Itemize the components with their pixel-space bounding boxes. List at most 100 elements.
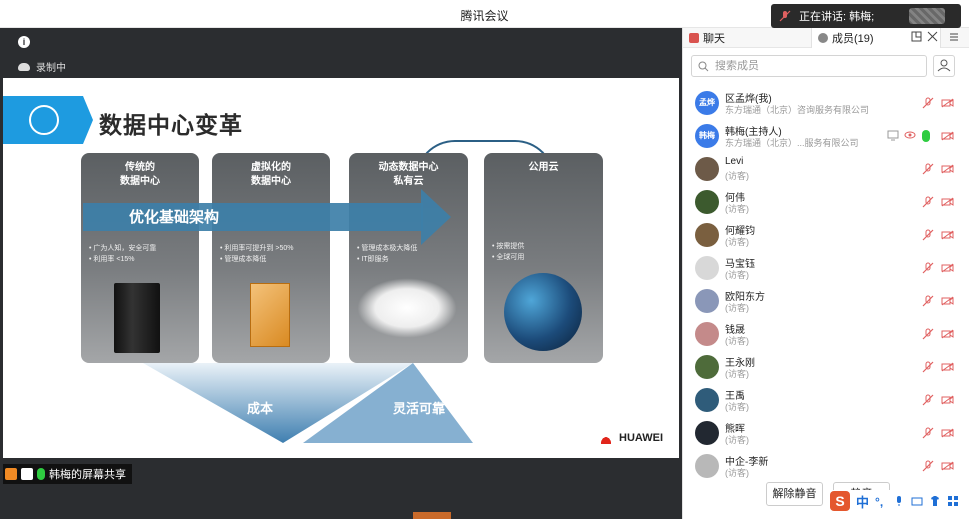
member-row[interactable]: 马宝钰 (访客) bbox=[683, 252, 969, 285]
skin-icon[interactable] bbox=[929, 495, 941, 507]
member-row[interactable]: 韩梅 韩梅(主持人) 东方瑞通（北京）...服务有限公司 bbox=[683, 120, 969, 153]
tab-chat[interactable]: 聊天 bbox=[687, 28, 809, 48]
card-title-2a: 虚拟化的 bbox=[251, 162, 291, 173]
recording-eye-icon bbox=[904, 131, 916, 139]
member-row[interactable]: 王禹 (访客) bbox=[683, 384, 969, 417]
avatar bbox=[695, 421, 719, 445]
keyboard-icon[interactable] bbox=[911, 495, 923, 507]
avatar: 韩梅 bbox=[695, 124, 719, 148]
member-subtitle: (访客) bbox=[725, 204, 749, 214]
speaking-indicator: 正在讲话: 韩梅; bbox=[771, 4, 961, 28]
mic-off-icon[interactable] bbox=[922, 262, 934, 274]
invite-member-button[interactable] bbox=[933, 55, 955, 77]
card2-bullet-1: 利用率可提升到 >50% bbox=[224, 245, 294, 252]
cloud-icon bbox=[18, 62, 30, 71]
speaking-label: 正在讲话: 韩梅; bbox=[799, 11, 875, 23]
ime-toolbar[interactable]: S 中 °, bbox=[826, 490, 964, 512]
panel-tabs: 聊天 成员(19) bbox=[683, 28, 969, 48]
cost-label: 成本 bbox=[247, 401, 274, 416]
mic-off-icon[interactable] bbox=[922, 394, 934, 406]
mic-off-icon[interactable] bbox=[922, 427, 934, 439]
card-traditional-dc: 传统的 数据中心 • 广为人知，安全可靠 • 利用率 <15% bbox=[81, 153, 199, 363]
card-private-cloud: 动态数据中心 私有云 • 管理成本极大降低 • IT即服务 bbox=[349, 153, 468, 363]
toolbox-icon[interactable] bbox=[947, 495, 959, 507]
member-row[interactable]: 王永刚 (访客) bbox=[683, 351, 969, 384]
card-title-1a: 传统的 bbox=[125, 162, 155, 173]
unmute-all-button[interactable]: 解除静音 bbox=[766, 482, 823, 506]
mic-off-icon[interactable] bbox=[922, 328, 934, 340]
members-icon bbox=[818, 33, 828, 43]
mic-on-icon[interactable] bbox=[922, 130, 930, 142]
member-subtitle: (访客) bbox=[725, 303, 749, 313]
camera-off-icon[interactable] bbox=[941, 428, 954, 438]
huawei-petal-icon bbox=[597, 432, 615, 444]
info-icon[interactable]: i bbox=[18, 36, 30, 48]
member-row[interactable]: 钱晟 (访客) bbox=[683, 318, 969, 351]
card3-bullet-1: 管理成本极大降低 bbox=[361, 245, 418, 252]
card2-bullet-2: 管理成本降低 bbox=[224, 256, 267, 263]
shared-slide: 数据中心变革 传统的 数据中心 • 广为人知，安全可靠 • 利用率 <15% 虚拟化… bbox=[3, 78, 679, 458]
member-subtitle: (访客) bbox=[725, 402, 749, 412]
cloud-image bbox=[357, 278, 457, 338]
member-row[interactable]: 何耀钧 (访客) bbox=[683, 219, 969, 252]
globe-image bbox=[504, 273, 582, 351]
popout-icon[interactable] bbox=[911, 31, 922, 42]
camera-off-icon[interactable] bbox=[941, 461, 954, 471]
mic-icon bbox=[37, 468, 45, 480]
camera-off-icon[interactable] bbox=[941, 131, 954, 141]
member-row[interactable]: 欧阳东方 (访客) bbox=[683, 285, 969, 318]
member-subtitle: 东方瑞通（北京）...服务有限公司 bbox=[725, 138, 859, 148]
camera-off-icon[interactable] bbox=[941, 197, 954, 207]
camera-off-icon[interactable] bbox=[941, 263, 954, 273]
mic-off-icon[interactable] bbox=[922, 295, 934, 307]
camera-off-icon[interactable] bbox=[941, 395, 954, 405]
chevron-icon bbox=[83, 96, 93, 144]
mic-off-icon[interactable] bbox=[922, 229, 934, 241]
avatar: 孟烨 bbox=[695, 91, 719, 115]
camera-off-icon[interactable] bbox=[941, 296, 954, 306]
recording-status[interactable]: 录制中 bbox=[18, 59, 66, 74]
add-person-icon bbox=[937, 59, 951, 72]
menu-icon[interactable] bbox=[949, 31, 959, 42]
bottom-tab-indicator[interactable] bbox=[413, 512, 451, 519]
camera-off-icon[interactable] bbox=[941, 362, 954, 372]
camera-off-icon[interactable] bbox=[941, 164, 954, 174]
side-panel: 聊天 成员(19) 孟烨 区孟烨(我) 东方瑞通（北京）咨询服务有限公司 韩梅 … bbox=[682, 28, 969, 519]
optimize-label: 优化基础架构 bbox=[129, 209, 220, 226]
member-row[interactable]: 熊晖 (访客) bbox=[683, 417, 969, 450]
search-icon bbox=[698, 61, 709, 71]
member-row[interactable]: Levi (访客) bbox=[683, 153, 969, 186]
avatar bbox=[695, 190, 719, 214]
camera-off-icon[interactable] bbox=[941, 329, 954, 339]
mic-off-icon[interactable] bbox=[922, 163, 934, 175]
mic-off-icon[interactable] bbox=[922, 97, 934, 109]
mic-off-icon[interactable] bbox=[922, 196, 934, 208]
punct-icon[interactable]: °, bbox=[875, 495, 887, 509]
member-row[interactable]: 何伟 (访客) bbox=[683, 186, 969, 219]
avatar bbox=[695, 355, 719, 379]
member-subtitle: (访客) bbox=[725, 171, 749, 181]
screen-share-tag[interactable]: 韩梅的屏幕共享 bbox=[3, 464, 132, 484]
voice-icon[interactable] bbox=[893, 495, 905, 507]
card-title-4a: 公用云 bbox=[528, 162, 559, 173]
camera-off-icon[interactable] bbox=[941, 230, 954, 240]
member-subtitle: (访客) bbox=[725, 468, 749, 478]
ime-lang-label[interactable]: 中 bbox=[856, 492, 869, 511]
card4-bullet-1: 按需提供 bbox=[496, 243, 525, 250]
card3-bullet-2: IT即服务 bbox=[361, 256, 389, 263]
member-search-input[interactable] bbox=[715, 60, 915, 72]
mic-off-icon[interactable] bbox=[922, 361, 934, 373]
member-search bbox=[691, 55, 927, 77]
member-row[interactable]: 孟烨 区孟烨(我) 东方瑞通（北京）咨询服务有限公司 bbox=[683, 87, 969, 120]
member-row[interactable]: 中企-李新 (访客) bbox=[683, 450, 969, 483]
close-icon[interactable] bbox=[927, 31, 938, 42]
card-title-3a: 动态数据中心 bbox=[378, 162, 439, 173]
flex-label: 灵活可靠 bbox=[393, 401, 446, 416]
member-subtitle: (访客) bbox=[725, 270, 749, 280]
tab-members-label: 成员(19) bbox=[832, 33, 874, 45]
avatar bbox=[695, 157, 719, 181]
camera-off-icon[interactable] bbox=[941, 98, 954, 108]
mic-off-icon[interactable] bbox=[922, 460, 934, 472]
card-title-1b: 数据中心 bbox=[120, 176, 160, 187]
blurred-avatar bbox=[909, 8, 945, 24]
